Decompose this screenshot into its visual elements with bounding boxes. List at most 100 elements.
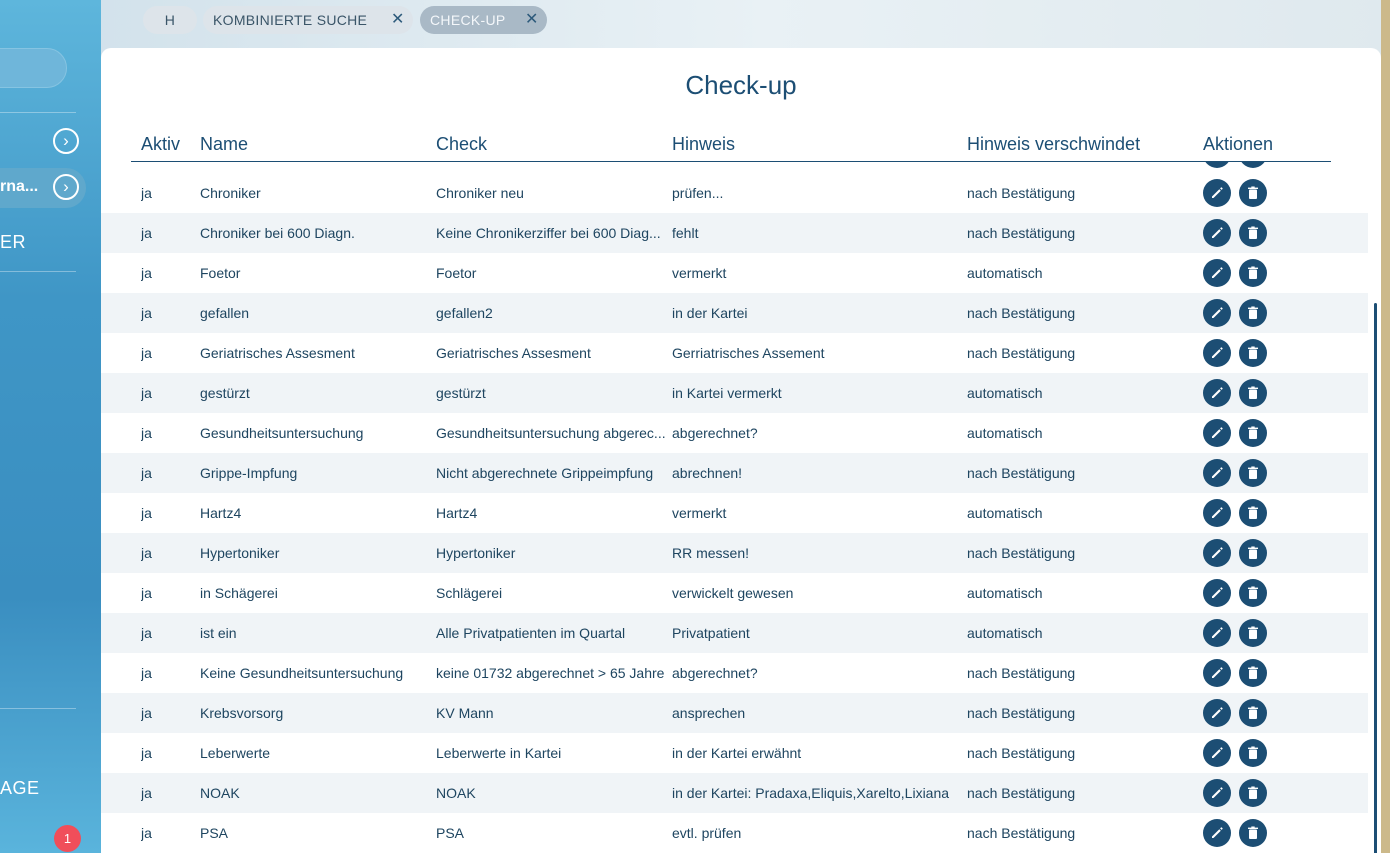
table-row[interactable]: ja Chroniker Chroniker neu prüfen... nach Be… xyxy=(101,173,1368,213)
table-row[interactable]: ja Grippe-Impfung Nicht abgerechnete Gripp… xyxy=(101,453,1368,493)
edit-button[interactable] xyxy=(1203,739,1231,767)
column-header-name[interactable]: Name xyxy=(200,134,248,155)
column-header-hinweis[interactable]: Hinweis xyxy=(672,134,735,155)
edit-button[interactable] xyxy=(1203,299,1231,327)
column-header-check[interactable]: Check xyxy=(436,134,487,155)
edit-button[interactable] xyxy=(1203,779,1231,807)
close-icon[interactable]: ✕ xyxy=(525,6,539,34)
trash-icon xyxy=(1245,385,1261,401)
edit-button[interactable] xyxy=(1203,579,1231,607)
cell-aktiv: ja xyxy=(141,305,152,321)
edit-button[interactable] xyxy=(1203,699,1231,727)
delete-button[interactable] xyxy=(1239,579,1267,607)
delete-button[interactable] xyxy=(1239,459,1267,487)
cell-hinweis-verschwindet: automatisch xyxy=(967,425,1043,441)
cell-aktiv: ja xyxy=(141,425,152,441)
table-row[interactable]: ja Gesundheitsuntersuchung Gesundheitsunte… xyxy=(101,413,1368,453)
cell-name: Geriatrisches Assesment xyxy=(200,345,355,361)
delete-button[interactable] xyxy=(1239,659,1267,687)
table-row[interactable]: ja Keine Gesundheitsuntersuchung keine 017… xyxy=(101,653,1368,693)
cell-check: gestürzt xyxy=(436,385,486,401)
cell-name: gestürzt xyxy=(200,385,250,401)
cell-hinweis: fehlt xyxy=(672,225,699,241)
table-row[interactable]: ja Foetor Foetor vermerkt automatisch xyxy=(101,253,1368,293)
cell-check: Foetor xyxy=(436,265,477,281)
edit-button[interactable] xyxy=(1203,339,1231,367)
cell-hinweis: prüfen... xyxy=(672,185,724,201)
page-title: Check-up xyxy=(685,70,797,100)
window-edge xyxy=(1381,0,1390,853)
chevron-right-icon[interactable]: › xyxy=(53,174,79,200)
table-row[interactable]: ja PSA PSA evtl. prüfen nach Bestätigung xyxy=(101,813,1368,853)
tab-label: CHECK-UP xyxy=(430,12,506,28)
table-row[interactable]: ja NOAK NOAK in der Kartei: Pradaxa,Eliquis… xyxy=(101,773,1368,813)
close-icon[interactable]: ✕ xyxy=(391,6,405,34)
cell-hinweis: RR messen! xyxy=(672,545,750,561)
table-row[interactable]: ja ist ein Alle Privatpatienten im Quartal… xyxy=(101,613,1368,653)
delete-button[interactable] xyxy=(1239,539,1267,567)
cell-check: Hartz4 xyxy=(436,505,478,521)
delete-button[interactable] xyxy=(1239,739,1267,767)
cell-check: NOAK xyxy=(436,785,476,801)
tab-check-up[interactable]: CHECK-UP ✕ xyxy=(420,6,547,34)
tab-kombinierte-suche[interactable]: KOMBINIERTE SUCHE ✕ xyxy=(203,6,413,34)
edit-button[interactable] xyxy=(1203,619,1231,647)
column-header-aktionen: Aktionen xyxy=(1203,134,1274,154)
delete-button[interactable] xyxy=(1239,259,1267,287)
edit-button[interactable] xyxy=(1203,379,1231,407)
edit-button[interactable] xyxy=(1203,499,1231,527)
table-row[interactable]: ja Chroniker bei 600 Diagn. Keine Chronike… xyxy=(101,213,1368,253)
column-header-hinweis-verschwindet[interactable]: Hinweis verschwindet xyxy=(967,134,1140,155)
delete-button[interactable] xyxy=(1239,179,1267,207)
column-header-aktiv[interactable]: Aktiv xyxy=(141,134,180,155)
cell-aktiv: ja xyxy=(141,825,152,841)
scrollbar[interactable] xyxy=(1374,303,1377,853)
cell-check: Hypertoniker xyxy=(436,545,516,561)
table-row[interactable]: ja Leberwerte Leberwerte in Kartei in der K… xyxy=(101,733,1368,773)
delete-button[interactable] xyxy=(1239,219,1267,247)
edit-button[interactable] xyxy=(1203,819,1231,847)
tab-h[interactable]: H xyxy=(143,6,197,34)
edit-button[interactable] xyxy=(1203,459,1231,487)
sidebar-item-active-label[interactable]: rna... xyxy=(0,178,38,196)
cell-check: KV Mann xyxy=(436,705,494,721)
edit-button[interactable] xyxy=(1203,419,1231,447)
edit-button[interactable] xyxy=(1203,539,1231,567)
cell-check: PSA xyxy=(436,825,465,841)
delete-button[interactable] xyxy=(1239,699,1267,727)
notification-badge[interactable]: 1 xyxy=(54,825,81,852)
delete-button[interactable] xyxy=(1239,819,1267,847)
cell-aktiv: ja xyxy=(141,385,152,401)
table-row[interactable]: ja Hypertoniker Hypertoniker RR messen! nach… xyxy=(101,533,1368,573)
table-row[interactable]: ja gefallen gefallen2 in der Kartei nach Bes… xyxy=(101,293,1368,333)
delete-button[interactable] xyxy=(1239,379,1267,407)
sidebar-item-label[interactable]: ER xyxy=(0,232,26,253)
cell-hinweis: verwickelt gewesen xyxy=(672,585,794,601)
sidebar-search-input[interactable] xyxy=(0,48,67,88)
edit-button[interactable] xyxy=(1203,259,1231,287)
cell-hinweis-verschwindet: nach Bestätigung xyxy=(967,225,1076,241)
cell-name: Foetor xyxy=(200,265,241,281)
trash-icon xyxy=(1245,465,1261,481)
edit-button[interactable] xyxy=(1203,179,1231,207)
edit-button[interactable] xyxy=(1203,219,1231,247)
delete-button[interactable] xyxy=(1239,779,1267,807)
delete-button[interactable] xyxy=(1239,339,1267,367)
sidebar-item-label[interactable]: AGE xyxy=(0,778,40,799)
chevron-right-icon[interactable]: › xyxy=(53,128,79,154)
cell-hinweis: in der Kartei erwähnt xyxy=(672,745,802,761)
table-row[interactable]: ja Geriatrisches Assesment Geriatrisches A… xyxy=(101,333,1368,373)
delete-button[interactable] xyxy=(1239,299,1267,327)
table-row[interactable]: ja Krebsvorsorg KV Mann ansprechen nach Best… xyxy=(101,693,1368,733)
delete-button[interactable] xyxy=(1239,619,1267,647)
cell-hinweis: in der Kartei xyxy=(672,305,748,321)
sidebar: › rna... › ER AGE 1 xyxy=(0,0,101,853)
edit-button[interactable] xyxy=(1203,659,1231,687)
table-row[interactable]: ja Hartz4 Hartz4 vermerkt automatisch xyxy=(101,493,1368,533)
delete-button[interactable] xyxy=(1239,499,1267,527)
table-row[interactable]: ja gestürzt gestürzt in Kartei vermerkt auto… xyxy=(101,373,1368,413)
delete-button[interactable] xyxy=(1239,419,1267,447)
table-row[interactable]: ja in Schägerei Schlägerei verwickelt gewes… xyxy=(101,573,1368,613)
cell-aktiv: ja xyxy=(141,625,152,641)
pencil-icon xyxy=(1209,305,1225,321)
